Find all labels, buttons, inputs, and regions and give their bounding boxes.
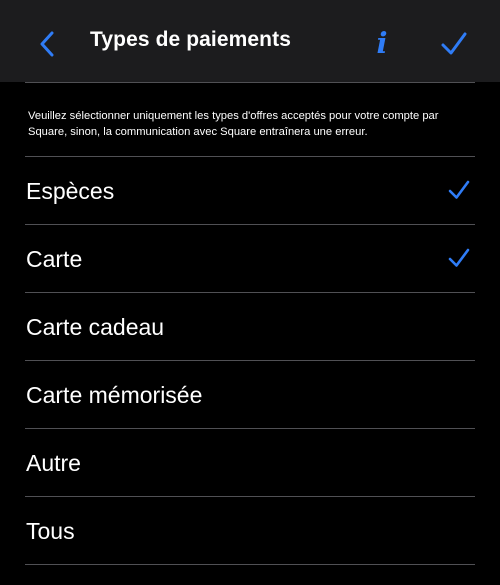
- payment-type-label: Carte: [26, 246, 83, 272]
- info-icon: i: [376, 26, 388, 60]
- payment-type-label: Autre: [26, 450, 81, 476]
- checkmark-icon: [441, 32, 467, 55]
- payment-type-label: Espèces: [26, 178, 115, 204]
- navigation-bar: Types de paiements i: [0, 0, 500, 82]
- payment-type-row[interactable]: Carte mémorisée: [0, 361, 500, 429]
- checkmark-icon: [448, 248, 470, 267]
- payment-type-row[interactable]: Espèces: [0, 157, 500, 225]
- payment-type-row[interactable]: Carte: [0, 225, 500, 293]
- page-title: Types de paiements: [90, 28, 291, 51]
- row-divider: [25, 564, 475, 565]
- notice-text: Veuillez sélectionner uniquement les typ…: [28, 110, 439, 138]
- payment-type-row[interactable]: Carte cadeau: [0, 293, 500, 361]
- chevron-left-icon: [40, 31, 54, 57]
- checkmark-icon: [448, 180, 470, 199]
- payment-type-row[interactable]: Tous: [0, 497, 500, 565]
- back-button[interactable]: [30, 27, 64, 61]
- payment-types-list: Espèces Carte Carte cadeau Carte mémorisée A…: [0, 157, 500, 565]
- payment-type-label: Carte mémorisée: [26, 382, 203, 408]
- payment-type-label: Tous: [26, 518, 75, 544]
- done-button[interactable]: [434, 26, 474, 62]
- divider: [25, 82, 475, 83]
- payment-type-label: Carte cadeau: [26, 314, 165, 340]
- info-button[interactable]: i: [368, 25, 396, 61]
- payment-type-row[interactable]: Autre: [0, 429, 500, 497]
